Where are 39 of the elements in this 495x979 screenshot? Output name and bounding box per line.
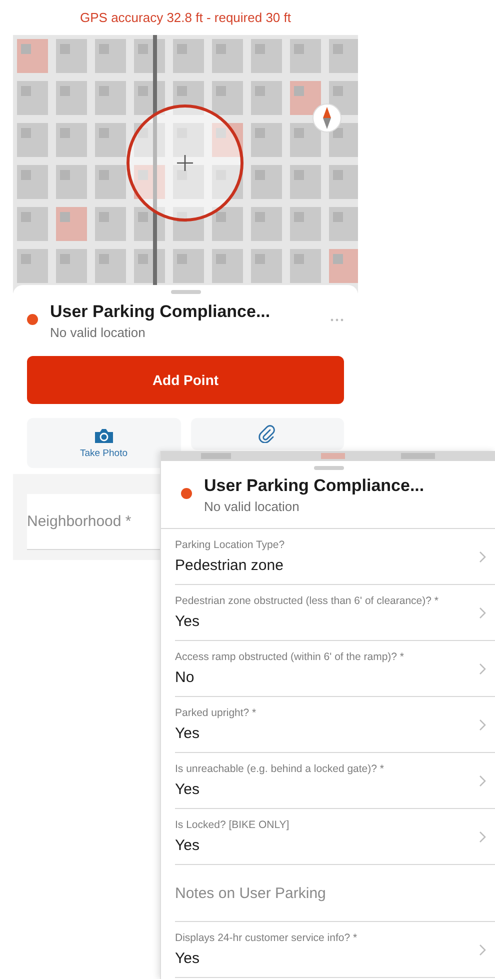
field-value: Yes [175, 613, 200, 630]
chevron-right-icon [479, 550, 486, 562]
field-label: Is Locked? [BIKE ONLY] [175, 819, 290, 831]
chevron-right-icon [479, 662, 486, 674]
chevron-right-icon [479, 830, 486, 842]
status-dot [27, 314, 38, 325]
field-label: Is unreachable (e.g. behind a locked gate)? * [175, 763, 385, 775]
field-value: Yes [175, 950, 200, 967]
feature-subtitle: No valid location [204, 499, 300, 514]
field-value: Yes [175, 725, 200, 742]
attachment-button[interactable] [190, 418, 344, 450]
field-value: Pedestrian zone [175, 557, 284, 574]
more-icon[interactable] [330, 318, 344, 322]
status-dot [181, 488, 192, 499]
feature-title: User Parking Compliance... [50, 302, 272, 322]
field-value: Yes [175, 781, 200, 798]
field-label: Parked upright? * [175, 707, 258, 719]
camera-icon [94, 428, 114, 444]
drag-handle[interactable] [314, 466, 344, 470]
field-label: Parking Location Type? [175, 539, 286, 551]
field-label: Displays 24-hr customer service info? * [175, 932, 358, 944]
chevron-right-icon [479, 774, 486, 786]
field-label: Access ramp obstructed (within 6' of the ramp)? * [175, 651, 406, 663]
chevron-right-icon [479, 606, 486, 618]
compass-icon[interactable] [312, 103, 342, 133]
field-label: Pedestrian zone obstructed (less than 6' of clearance)? * [175, 595, 440, 607]
field-value: Yes [175, 837, 200, 854]
take-photo-button[interactable]: Take Photo [27, 418, 180, 468]
field-value: No [175, 669, 196, 686]
paperclip-icon [258, 425, 276, 443]
add-point-button[interactable]: Add Point [27, 356, 344, 404]
text-field[interactable]: Neighborhood * [27, 513, 152, 530]
text-field[interactable]: Notes on User Parking [175, 884, 495, 902]
feature-title: User Parking Compliance... [204, 476, 426, 496]
gps-accuracy-banner: GPS accuracy 32.8 ft - required 30 ft [13, 0, 358, 35]
drag-handle[interactable] [170, 290, 200, 294]
feature-subtitle: No valid location [50, 325, 146, 340]
chevron-right-icon [479, 718, 486, 730]
chevron-right-icon [479, 944, 486, 956]
